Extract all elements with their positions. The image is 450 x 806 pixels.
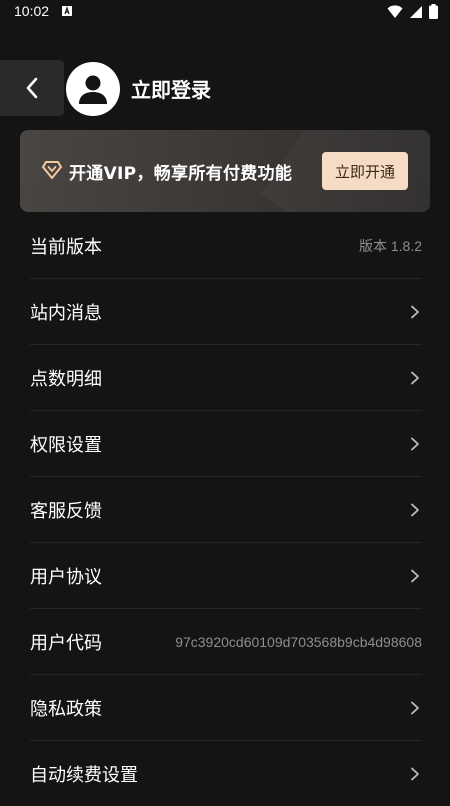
menu-item-label: 用户协议 [30,566,102,588]
menu-item-label: 点数明细 [30,368,102,390]
chevron-left-icon [24,76,40,100]
menu-item-label: 站内消息 [30,302,102,324]
menu-item-label: 客服反馈 [30,500,102,522]
back-button[interactable] [0,60,64,116]
settings-menu: 当前版本 版本 1.8.2 站内消息 点数明细 权限设置 客服反馈 用户协议 用… [0,213,450,806]
login-link[interactable]: 立即登录 [131,74,211,103]
menu-item-permissions[interactable]: 权限设置 [30,411,422,477]
chevron-right-icon [408,305,422,319]
menu-item-messages[interactable]: 站内消息 [30,279,422,345]
vip-promo-text: 开通VIP，畅享所有付费功能 [69,164,293,184]
menu-item-label: 权限设置 [30,434,102,456]
menu-item-current-version: 当前版本 版本 1.8.2 [30,213,422,279]
menu-item-auto-renewal[interactable]: 自动续费设置 [30,741,422,806]
menu-item-user-agreement[interactable]: 用户协议 [30,543,422,609]
user-avatar-icon [76,72,110,106]
avatar[interactable] [66,62,120,116]
signal-icon [409,5,423,19]
notification-a-icon [62,6,72,16]
menu-item-label: 当前版本 [30,236,102,258]
menu-item-privacy-policy[interactable]: 隐私政策 [30,675,422,741]
wifi-icon [387,4,403,19]
version-value: 版本 1.8.2 [358,237,422,254]
status-icons [387,4,438,19]
status-bar: 10:02 [0,0,450,24]
menu-item-label: 隐私政策 [30,698,102,720]
menu-item-label: 自动续费设置 [30,764,138,786]
chevron-right-icon [408,437,422,451]
menu-item-points-detail[interactable]: 点数明细 [30,345,422,411]
chevron-right-icon [408,371,422,385]
chevron-right-icon [408,767,422,781]
chevron-right-icon [408,701,422,715]
user-code-value: 97c3920cd60109d703568b9cb4d98608 [175,633,422,650]
menu-item-label: 用户代码 [30,632,102,654]
diamond-icon [42,161,62,179]
vip-banner[interactable]: 开通VIP，畅享所有付费功能 立即开通 [20,130,430,212]
chevron-right-icon [408,569,422,583]
battery-icon [429,4,438,19]
menu-item-feedback[interactable]: 客服反馈 [30,477,422,543]
status-time: 10:02 [14,3,50,19]
activate-vip-button[interactable]: 立即开通 [322,152,408,190]
menu-item-user-code[interactable]: 用户代码 97c3920cd60109d703568b9cb4d98608 [30,609,422,675]
chevron-right-icon [408,503,422,517]
